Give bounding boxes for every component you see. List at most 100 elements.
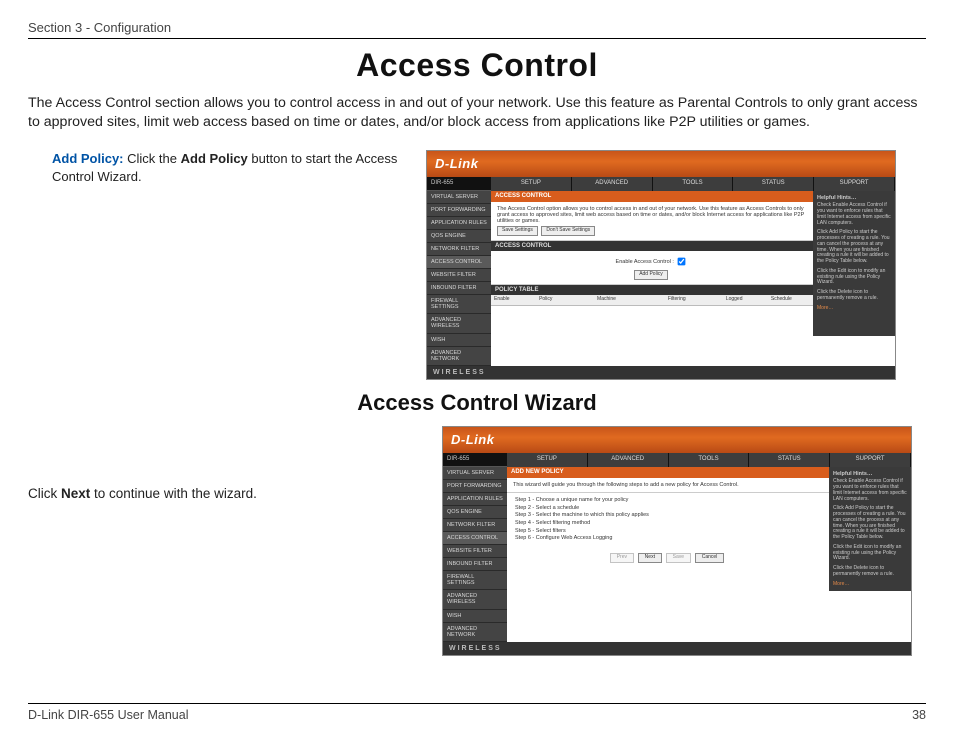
nav2-application-rules[interactable]: APPLICATION RULES (443, 493, 507, 506)
nav-advanced-wireless[interactable]: ADVANCED WIRELESS (427, 314, 491, 333)
nav2-wish[interactable]: WISH (443, 610, 507, 623)
enable-access-checkbox[interactable] (678, 258, 686, 266)
intro-paragraph: The Access Control section allows you to… (28, 94, 926, 132)
col-policy: Policy (536, 295, 594, 305)
ss2-topbar: D-Link (443, 427, 911, 453)
tab2-advanced[interactable]: ADVANCED (588, 453, 669, 467)
enable-access-label: Enable Access Control : (616, 259, 674, 265)
hint-2: Click Add Policy to start the processes … (817, 230, 891, 265)
screenshot-access-control: D-Link DIR-655 VIRTUAL SERVER PORT FORWA… (426, 150, 896, 380)
ss1-sidebar: DIR-655 VIRTUAL SERVER PORT FORWARDING A… (427, 177, 491, 365)
wiz-bold: Next (61, 486, 90, 501)
nav-firewall-settings[interactable]: FIREWALL SETTINGS (427, 295, 491, 314)
dont-save-settings-button[interactable]: Don't Save Settings (541, 226, 595, 236)
nav2-advanced-wireless[interactable]: ADVANCED WIRELESS (443, 590, 507, 609)
nav2-firewall-settings[interactable]: FIREWALL SETTINGS (443, 571, 507, 590)
dlink-logo-2: D-Link (451, 433, 494, 447)
nav2-access-control[interactable]: ACCESS CONTROL (443, 532, 507, 545)
hints2-title: Helpful Hints… (833, 471, 907, 477)
nav-access-control[interactable]: ACCESS CONTROL (427, 256, 491, 269)
wiz-save-button: Save (666, 553, 691, 563)
add-policy-row: Add Policy: Click the Add Policy button … (52, 150, 926, 380)
wiz-step-6: Step 6 - Configure Web Access Logging (515, 535, 821, 543)
nav-qos-engine[interactable]: QOS ENGINE (427, 230, 491, 243)
hint-4: Click the Delete icon to permanently rem… (817, 290, 891, 302)
nav-website-filter[interactable]: WEBSITE FILTER (427, 269, 491, 282)
nav-inbound-filter[interactable]: INBOUND FILTER (427, 282, 491, 295)
hints-title: Helpful Hints… (817, 195, 891, 201)
nav2-network-filter[interactable]: NETWORK FILTER (443, 519, 507, 532)
add-policy-button[interactable]: Add Policy (634, 270, 668, 280)
hints-more[interactable]: More… (817, 305, 833, 311)
nav-network-filter[interactable]: NETWORK FILTER (427, 243, 491, 256)
ss2-tabs: SETUP ADVANCED TOOLS STATUS SUPPORT (507, 453, 911, 467)
ss2-footer: WIRELESS (443, 642, 911, 656)
hint-3: Click the Edit icon to modify an existin… (817, 269, 891, 286)
ss1-desc: The Access Control option allows you to … (497, 206, 807, 224)
hints2-more[interactable]: More… (833, 581, 849, 587)
add-policy-text-before: Click the (127, 151, 180, 166)
wiz-next-button[interactable]: Next (638, 553, 662, 563)
ss1-footer: WIRELESS (427, 366, 895, 380)
tab-status[interactable]: STATUS (733, 177, 814, 191)
wizard-subtitle: Access Control Wizard (28, 390, 926, 416)
ss1-panel-title: ACCESS CONTROL (491, 191, 813, 202)
nav2-advanced-network[interactable]: ADVANCED NETWORK (443, 623, 507, 642)
policy-table-head: POLICY TABLE (491, 285, 813, 296)
col-logged: Logged (723, 295, 768, 305)
dlink-logo: D-Link (435, 157, 478, 171)
tab-advanced[interactable]: ADVANCED (572, 177, 653, 191)
hint-1: Check Enable Access Control if you want … (817, 203, 891, 226)
ss1-model: DIR-655 (427, 177, 491, 191)
tab2-setup[interactable]: SETUP (507, 453, 588, 467)
ss2-sidebar: DIR-655 VIRTUAL SERVER PORT FORWARDING A… (443, 453, 507, 641)
hint2-1: Check Enable Access Control if you want … (833, 479, 907, 502)
col-enable: Enable (491, 295, 536, 305)
page-footer: D-Link DIR-655 User Manual 38 (28, 703, 926, 722)
nav-wish[interactable]: WISH (427, 334, 491, 347)
wizard-row: Click Next to continue with the wizard. … (28, 426, 926, 656)
tab2-support[interactable]: SUPPORT (830, 453, 911, 467)
nav-advanced-network[interactable]: ADVANCED NETWORK (427, 347, 491, 366)
nav-virtual-server[interactable]: VIRTUAL SERVER (427, 191, 491, 204)
col-filtering: Filtering (665, 295, 723, 305)
hint2-2: Click Add Policy to start the processes … (833, 506, 907, 541)
nav2-port-forwarding[interactable]: PORT FORWARDING (443, 480, 507, 493)
wizard-instruction: Click Next to continue with the wizard. (28, 426, 428, 501)
nav-application-rules[interactable]: APPLICATION RULES (427, 217, 491, 230)
wiz-step-1: Step 1 - Choose a unique name for your p… (515, 497, 821, 505)
ss1-hints: Helpful Hints… Check Enable Access Contr… (813, 191, 895, 335)
hint2-4: Click the Delete icon to permanently rem… (833, 566, 907, 578)
ss2-model: DIR-655 (443, 453, 507, 467)
section-header: Section 3 - Configuration (28, 20, 926, 39)
policy-table-columns: Enable Policy Machine Filtering Logged S… (491, 295, 813, 306)
wiz-step-3: Step 3 - Select the machine to which thi… (515, 512, 821, 520)
ss2-desc: This wizard will guide you through the f… (507, 478, 829, 493)
ss1-section2: ACCESS CONTROL (491, 241, 813, 252)
page-title: Access Control (28, 47, 926, 84)
col-machine: Machine (594, 295, 665, 305)
save-settings-button[interactable]: Save Settings (497, 226, 538, 236)
add-policy-label: Add Policy: (52, 151, 124, 166)
nav-port-forwarding[interactable]: PORT FORWARDING (427, 204, 491, 217)
wiz-prev-button: Prev (610, 553, 634, 563)
tab2-tools[interactable]: TOOLS (669, 453, 750, 467)
nav2-qos-engine[interactable]: QOS ENGINE (443, 506, 507, 519)
ss1-topbar: D-Link (427, 151, 895, 177)
wiz-step-5: Step 5 - Select filters (515, 528, 821, 536)
ss2-panel-title: ADD NEW POLICY (507, 467, 829, 478)
wiz-cancel-button[interactable]: Cancel (695, 553, 725, 563)
ss1-tabs: SETUP ADVANCED TOOLS STATUS SUPPORT (491, 177, 895, 191)
ss2-hints: Helpful Hints… Check Enable Access Contr… (829, 467, 911, 591)
wiz-before: Click (28, 486, 61, 501)
tab-support[interactable]: SUPPORT (814, 177, 895, 191)
footer-page: 38 (912, 708, 926, 722)
tab2-status[interactable]: STATUS (749, 453, 830, 467)
wiz-after: to continue with the wizard. (90, 486, 257, 501)
tab-setup[interactable]: SETUP (491, 177, 572, 191)
nav2-virtual-server[interactable]: VIRTUAL SERVER (443, 467, 507, 480)
tab-tools[interactable]: TOOLS (653, 177, 734, 191)
nav2-website-filter[interactable]: WEBSITE FILTER (443, 545, 507, 558)
nav2-inbound-filter[interactable]: INBOUND FILTER (443, 558, 507, 571)
hint2-3: Click the Edit icon to modify an existin… (833, 545, 907, 562)
